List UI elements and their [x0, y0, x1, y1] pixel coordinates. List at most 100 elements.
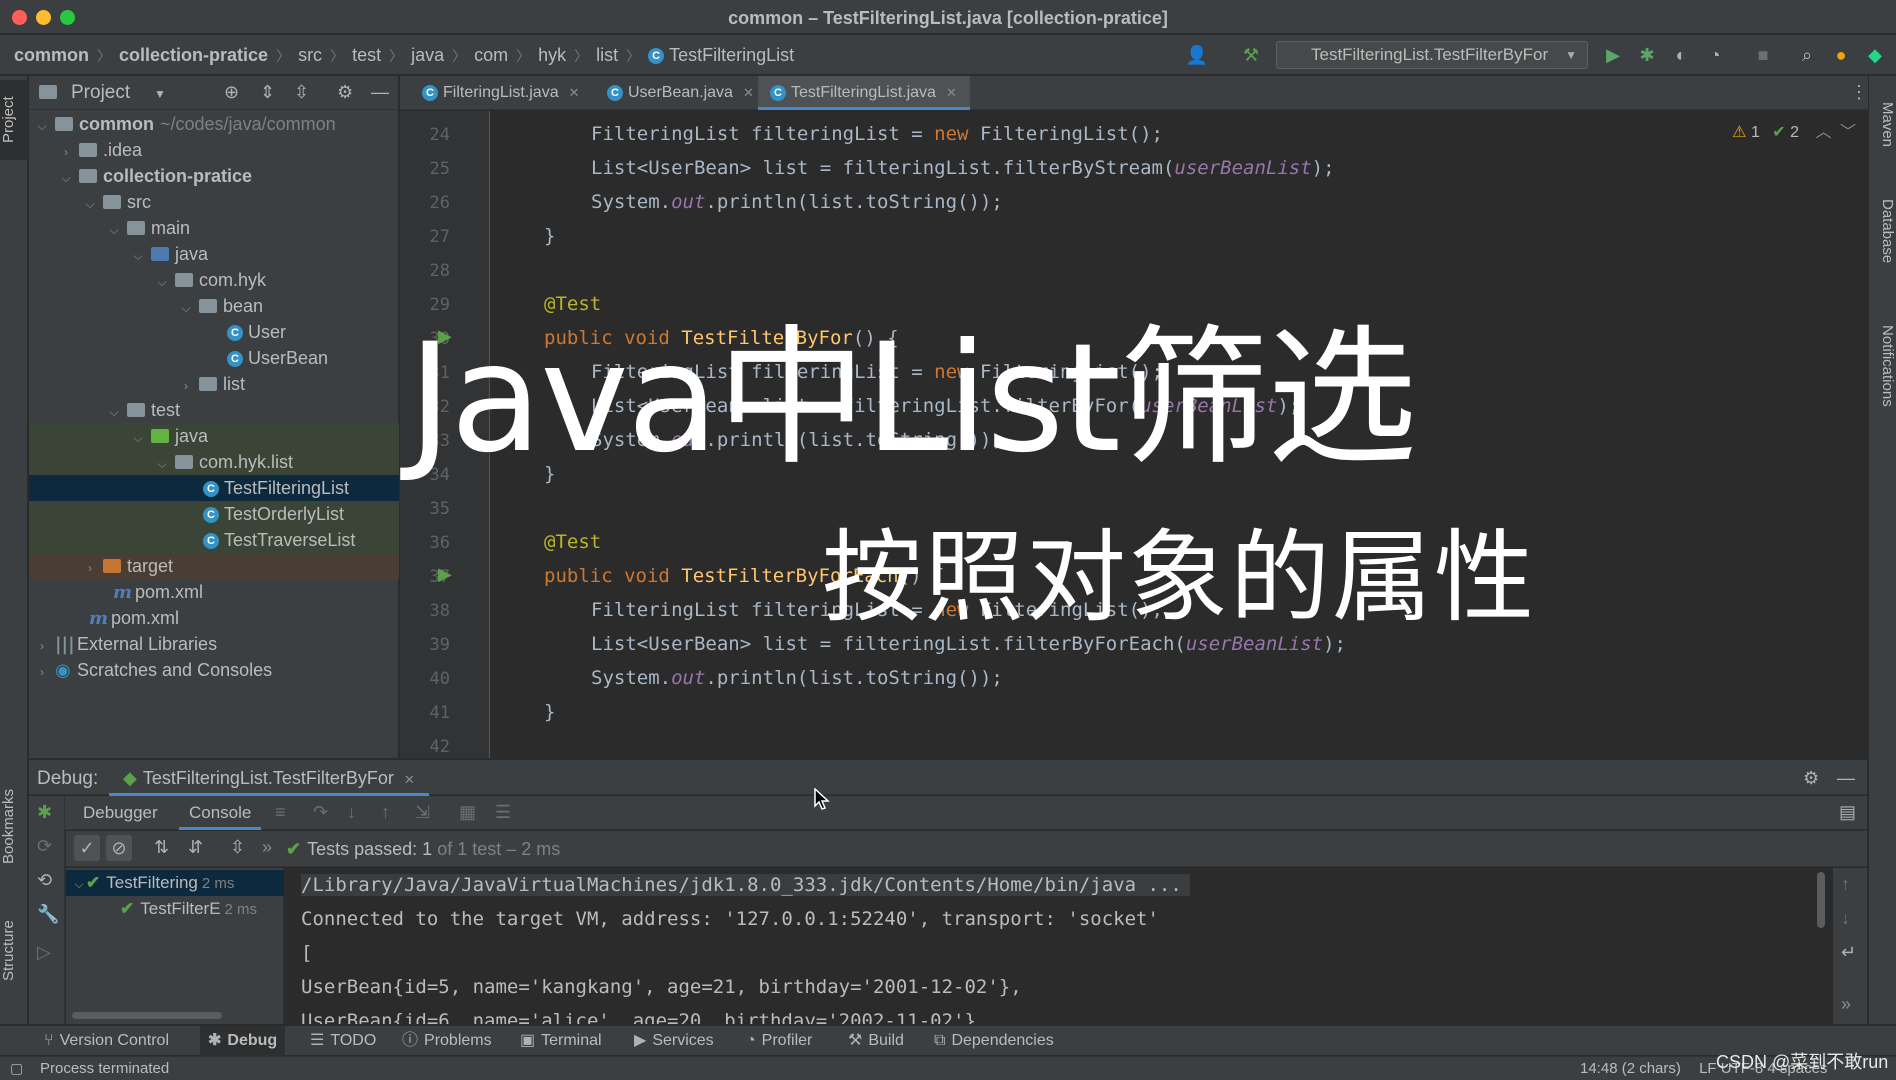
caret-position[interactable]: 14:48 (2 chars): [1580, 1060, 1681, 1077]
tab-debugger[interactable]: Debugger: [83, 796, 158, 830]
notifications-tool-tab[interactable]: Notifications: [1868, 306, 1896, 426]
tree-item-testfilteringlist[interactable]: C TestFilteringList: [29, 475, 399, 501]
close-icon[interactable]: ✕: [569, 85, 580, 100]
chevron-right-icon[interactable]: ›: [35, 659, 49, 685]
more-icon[interactable]: »: [262, 837, 272, 858]
layout-icon[interactable]: ▤: [1839, 802, 1856, 823]
project-view-select[interactable]: Project: [71, 82, 130, 104]
debug-icon[interactable]: ✱: [1634, 43, 1660, 67]
tree-item-testtraverselist[interactable]: C TestTraverseList: [29, 527, 399, 553]
trace-icon[interactable]: ☰: [495, 802, 511, 823]
tree-item-main-java[interactable]: ⌵ java: [29, 241, 399, 267]
tree-item-main[interactable]: ⌵ main: [29, 215, 399, 241]
tab-filteringlist[interactable]: C FilteringList.java ✕: [410, 76, 580, 110]
tool-tab-version-control[interactable]: ⑂ Version Control: [44, 1026, 169, 1056]
show-ignored-icon[interactable]: ⊘: [106, 835, 132, 861]
profile-icon[interactable]: ◔: [1702, 43, 1728, 67]
tree-item-user[interactable]: C User: [29, 319, 399, 345]
show-passed-icon[interactable]: ✓: [74, 835, 100, 861]
collapse-all-icon[interactable]: ⇳: [294, 82, 309, 103]
hide-icon[interactable]: —: [1837, 768, 1855, 789]
maven-tool-tab[interactable]: Maven: [1868, 90, 1896, 160]
more-icon[interactable]: »: [1841, 994, 1851, 1015]
tree-item-testorderlylist[interactable]: C TestOrderlyList: [29, 501, 399, 527]
tool-tab-dependencies[interactable]: ⧉ Dependencies: [934, 1026, 1054, 1056]
close-icon[interactable]: ✕: [743, 85, 754, 100]
chevron-down-icon[interactable]: ⌵: [107, 217, 121, 243]
step-into-icon[interactable]: ↓: [347, 802, 356, 823]
tab-testfilteringlist[interactable]: C TestFilteringList.java ✕: [758, 76, 970, 110]
status-toggle-icon[interactable]: ▢: [10, 1060, 23, 1077]
sort-alpha-icon[interactable]: ⇅: [154, 837, 169, 858]
bookmarks-tool-tab[interactable]: Bookmarks: [0, 776, 28, 876]
inspections-widget[interactable]: ⚠ 1 ✔ 2 ︿ ﹀: [1732, 118, 1856, 142]
horizontal-scrollbar[interactable]: [72, 1012, 222, 1019]
coverage-icon[interactable]: ◐: [1668, 43, 1694, 67]
test-tree-item-class[interactable]: ⌵ ✔ TestFiltering 2 ms: [66, 870, 284, 896]
breadcrumb-item[interactable]: src: [298, 45, 322, 66]
sort-duration-icon[interactable]: ⇵: [188, 837, 203, 858]
run-configuration-select[interactable]: TestFilteringList.TestFilterByFor ▼: [1276, 41, 1588, 69]
resume-icon[interactable]: ▷: [37, 942, 51, 963]
chevron-down-icon[interactable]: ⌵: [131, 425, 145, 451]
breadcrumb-item[interactable]: com: [474, 45, 508, 66]
gear-icon[interactable]: ⚙: [1803, 768, 1819, 789]
build-hammer-icon[interactable]: ⚒: [1238, 43, 1264, 67]
structure-tool-tab[interactable]: Structure: [0, 906, 28, 996]
debug-bug-icon[interactable]: ✱: [37, 802, 52, 823]
tool-tab-profiler[interactable]: ◔ Profiler: [746, 1026, 812, 1056]
tree-item-scratches[interactable]: › ◉ Scratches and Consoles: [29, 657, 399, 683]
step-out-icon[interactable]: ↑: [381, 802, 390, 823]
chevron-down-icon[interactable]: ⌵: [59, 165, 73, 191]
tool-tab-debug[interactable]: ✱ Debug: [200, 1026, 286, 1056]
menu-icon[interactable]: ≡: [275, 802, 286, 823]
chevron-down-icon[interactable]: ▼: [154, 87, 166, 101]
scroll-down-icon[interactable]: ↓: [1841, 908, 1850, 929]
step-over-icon[interactable]: ↷: [313, 802, 328, 823]
chevron-right-icon[interactable]: ›: [59, 139, 73, 165]
chevron-right-icon[interactable]: ›: [179, 373, 193, 399]
breadcrumb-item[interactable]: collection-pratice: [119, 45, 268, 66]
chevron-down-icon[interactable]: ⌵: [155, 451, 169, 477]
run-test-gutter-icon[interactable]: ▶: [438, 564, 452, 585]
restore-icon[interactable]: ⟲: [37, 870, 52, 891]
update-icon[interactable]: ●: [1828, 43, 1854, 67]
tool-tab-build[interactable]: ⚒ Build: [848, 1026, 904, 1056]
wrench-icon[interactable]: 🔧: [37, 904, 59, 925]
chevron-down-icon[interactable]: ⌵: [83, 191, 97, 217]
tree-item-root-pom[interactable]: m pom.xml: [29, 605, 399, 631]
tool-tab-problems[interactable]: ⓘ Problems: [402, 1026, 492, 1056]
close-icon[interactable]: ✕: [946, 85, 957, 100]
chevron-right-icon[interactable]: ›: [83, 555, 97, 581]
test-tree-item-method[interactable]: ✔ TestFilterE 2 ms: [120, 896, 257, 922]
tree-item-com-hyk-list[interactable]: ⌵ com.hyk.list: [29, 449, 399, 475]
tree-item-test-java[interactable]: ⌵ java: [29, 423, 399, 449]
tree-item-userbean[interactable]: C UserBean: [29, 345, 399, 371]
tree-item-bean[interactable]: ⌵ bean: [29, 293, 399, 319]
rerun-icon[interactable]: ⟳: [37, 836, 52, 857]
tree-item-external-libraries[interactable]: › ||| External Libraries: [29, 631, 399, 657]
console-output[interactable]: /Library/Java/JavaVirtualMachines/jdk1.8…: [285, 868, 1867, 1024]
tree-item-collection-pratice[interactable]: ⌵ collection-pratice: [29, 163, 399, 189]
chevron-down-icon[interactable]: ⌵: [107, 399, 121, 425]
breadcrumb-item[interactable]: TestFilteringList: [669, 45, 794, 66]
user-icon[interactable]: 👤: [1184, 43, 1210, 67]
stop-icon[interactable]: ■: [1750, 43, 1776, 67]
tree-item-com-hyk[interactable]: ⌵ com.hyk: [29, 267, 399, 293]
tree-item-list[interactable]: › list: [29, 371, 399, 397]
tree-item-src[interactable]: ⌵ src: [29, 189, 399, 215]
breadcrumb-item[interactable]: list: [596, 45, 618, 66]
gear-icon[interactable]: ⚙: [337, 82, 353, 103]
more-tabs-icon[interactable]: ⋮: [1850, 82, 1868, 103]
jetbrains-logo-icon[interactable]: ◆: [1862, 43, 1888, 67]
tree-item-module-pom[interactable]: m pom.xml: [29, 579, 399, 605]
expand-all-icon[interactable]: ⇳: [230, 837, 245, 858]
close-icon[interactable]: ✕: [404, 772, 415, 787]
database-tool-tab[interactable]: Database: [1868, 186, 1896, 276]
run-icon[interactable]: ▶: [1600, 43, 1626, 67]
tool-tab-terminal[interactable]: ▣ Terminal: [520, 1026, 602, 1056]
chevron-down-icon[interactable]: ⌵: [179, 295, 193, 321]
soft-wrap-icon[interactable]: ↵: [1841, 942, 1856, 963]
chevron-down-icon[interactable]: ⌵: [155, 269, 169, 295]
search-icon[interactable]: ⌕: [1794, 43, 1820, 67]
